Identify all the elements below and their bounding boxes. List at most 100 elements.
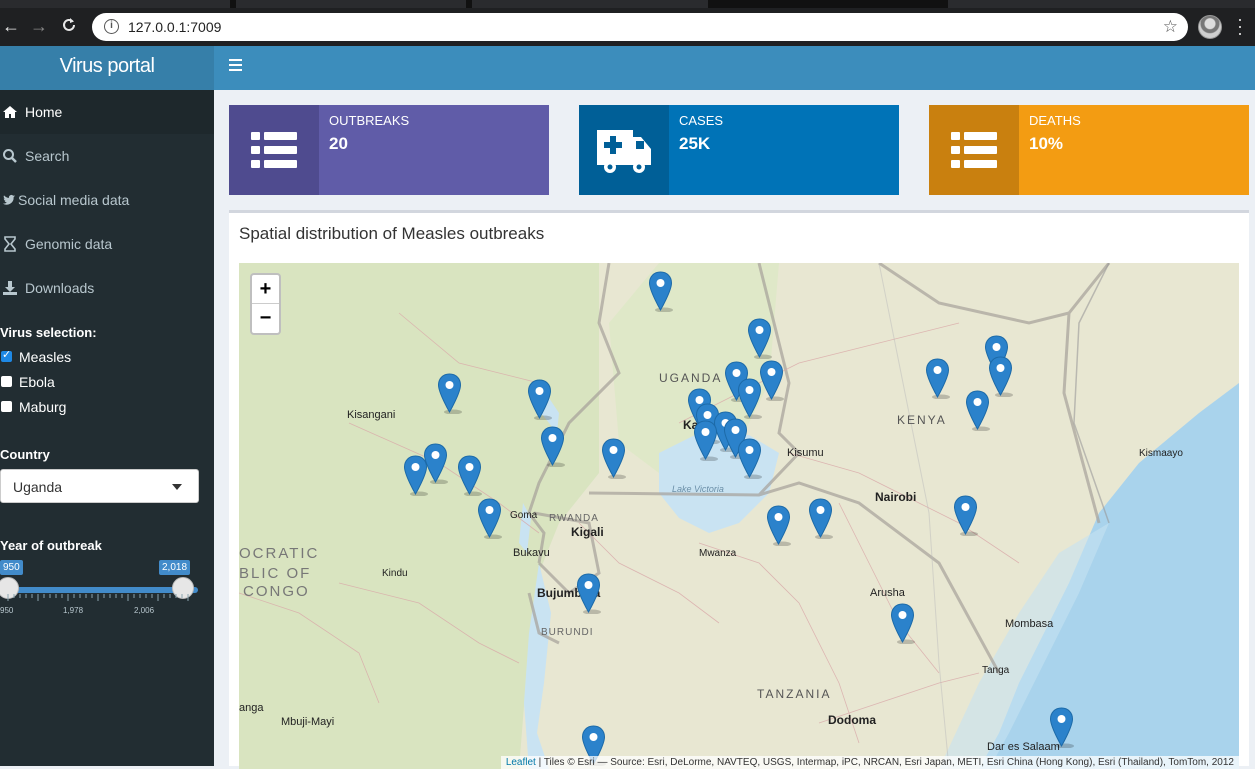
- map-label-drc-3: CONGO: [243, 583, 310, 600]
- hamburger-menu-icon[interactable]: [229, 59, 242, 71]
- map-label-kindu: Kindu: [382, 568, 408, 579]
- map-label-mwanza: Mwanza: [699, 548, 737, 559]
- map-marker-pin-icon[interactable]: [737, 378, 762, 420]
- sidebar-item-label: Downloads: [25, 280, 95, 296]
- browser-tab[interactable]: [0, 0, 230, 8]
- star-icon[interactable]: ☆: [1163, 17, 1178, 37]
- map-marker-pin-icon[interactable]: [576, 573, 601, 615]
- sidebar-item-search[interactable]: Search: [0, 134, 214, 178]
- slider-min-label: 950: [0, 560, 23, 575]
- map-marker-pin-icon[interactable]: [601, 438, 626, 480]
- value-box-value: 25K: [679, 134, 711, 153]
- map-marker-pin-icon[interactable]: [890, 603, 915, 645]
- map-marker-pin-icon[interactable]: [759, 360, 784, 402]
- value-box-title: OUTBREAKS: [329, 113, 410, 128]
- map-canvas[interactable]: UGANDA KENYA RWANDA BURUNDI TANZANIA OCR…: [239, 263, 1239, 769]
- year-heading: Year of outbreak: [0, 538, 102, 553]
- map-marker-pin-icon[interactable]: [648, 271, 673, 313]
- map-marker-pin-icon[interactable]: [925, 358, 950, 400]
- sidebar-item-home[interactable]: Home: [0, 90, 214, 134]
- info-icon[interactable]: i: [104, 19, 119, 34]
- zoom-control: + −: [250, 273, 281, 335]
- map-box: Spatial distribution of Measles outbreak…: [229, 210, 1249, 769]
- deaths-value-box: DEATHS 10%: [929, 105, 1249, 195]
- slider-tick-label: 1,978: [63, 606, 84, 615]
- map-attribution: Leaflet | Tiles © Esri — Source: Esri, D…: [500, 756, 1239, 769]
- value-box-title: DEATHS: [1029, 113, 1081, 128]
- browser-chrome: ← → i 127.0.0.1:7009 ☆ · · ·: [0, 0, 1255, 46]
- map-marker-pin-icon[interactable]: [766, 505, 791, 547]
- map-marker-pin-icon[interactable]: [737, 438, 762, 480]
- leaflet-link[interactable]: Leaflet: [506, 757, 536, 768]
- map-label-mbuji-mayi: Mbuji-Mayi: [281, 716, 335, 728]
- map-marker-pin-icon[interactable]: [403, 455, 428, 497]
- checkbox-unchecked-icon[interactable]: [1, 401, 12, 412]
- value-box-value: 20: [329, 134, 348, 153]
- year-slider-track[interactable]: [8, 587, 198, 593]
- map-marker-pin-icon[interactable]: [527, 379, 552, 421]
- map-marker-pin-icon[interactable]: [953, 495, 978, 537]
- profile-avatar[interactable]: [1198, 15, 1222, 39]
- caret-down-icon: [172, 484, 182, 490]
- browser-tab[interactable]: [948, 0, 1255, 8]
- browser-tab[interactable]: [236, 0, 466, 8]
- map-marker-pin-icon[interactable]: [693, 420, 718, 462]
- checkbox-label: Maburg: [19, 399, 67, 415]
- map-marker-pin-icon[interactable]: [477, 498, 502, 540]
- reload-icon[interactable]: [61, 17, 77, 36]
- map-marker-pin-icon[interactable]: [540, 426, 565, 468]
- map-marker-pin-icon[interactable]: [808, 498, 833, 540]
- map-marker-pin-icon[interactable]: [988, 356, 1013, 398]
- map-label-kisumu: Kisumu: [787, 447, 824, 459]
- country-select-value: Uganda: [13, 479, 63, 495]
- menu-dots-icon[interactable]: · · ·: [1237, 10, 1243, 42]
- cases-value-box: CASES 25K: [579, 105, 899, 195]
- back-icon[interactable]: ←: [2, 17, 20, 35]
- checkbox-label: Ebola: [19, 374, 55, 390]
- sidebar-item-social-media[interactable]: Social media data: [0, 178, 214, 222]
- zoom-out-button[interactable]: −: [252, 304, 279, 333]
- checkbox-label: Measles: [19, 349, 72, 365]
- list-icon: [229, 105, 319, 195]
- forward-icon[interactable]: →: [30, 17, 48, 35]
- map-marker-pin-icon[interactable]: [457, 455, 482, 497]
- attribution-text: | Tiles © Esri — Source: Esri, DeLorme, …: [535, 757, 1234, 768]
- sidebar-item-genomic-data[interactable]: Genomic data: [0, 222, 214, 266]
- app-logo[interactable]: Virus portal: [0, 46, 214, 90]
- sidebar-item-label: Search: [25, 148, 70, 164]
- address-bar[interactable]: i 127.0.0.1:7009 ☆: [92, 13, 1188, 41]
- value-box-title: CASES: [679, 113, 724, 128]
- country-select[interactable]: Uganda: [0, 469, 199, 503]
- url-text[interactable]: 127.0.0.1:7009: [128, 19, 221, 35]
- sidebar-item-label: Genomic data: [25, 236, 113, 252]
- map-marker-pin-icon[interactable]: [437, 373, 462, 415]
- checkbox-unchecked-icon[interactable]: [1, 376, 12, 387]
- hourglass-icon: [4, 236, 16, 252]
- map-label-tanga: Tanga: [982, 665, 1010, 676]
- map-label-drc-1: OCRATIC: [239, 545, 320, 562]
- map-label-bukavu: Bukavu: [513, 547, 550, 559]
- sidebar-item-label: Social media data: [18, 192, 130, 208]
- map-label-kenya: KENYA: [897, 413, 947, 427]
- map-label-burundi: BURUNDI: [541, 627, 594, 638]
- sidebar: Home Search Social media data Genomic da…: [0, 90, 214, 766]
- map-label-goma: Goma: [510, 510, 538, 521]
- basemap: [239, 263, 1239, 769]
- download-icon: [3, 281, 17, 295]
- map-marker-pin-icon[interactable]: [747, 318, 772, 360]
- list-icon: [929, 105, 1019, 195]
- map-label-lake-victoria: Lake Victoria: [672, 484, 724, 494]
- map-title: Spatial distribution of Measles outbreak…: [239, 224, 545, 243]
- browser-tab[interactable]: [472, 0, 708, 8]
- map-label-mombasa: Mombasa: [1005, 618, 1054, 630]
- slider-ticks: [7, 594, 189, 601]
- zoom-in-button[interactable]: +: [252, 275, 279, 304]
- map-marker-pin-icon[interactable]: [1049, 707, 1074, 749]
- map-label-uganda: UGANDA: [659, 371, 723, 385]
- map-label-nairobi: Nairobi: [875, 490, 917, 504]
- checkbox-checked-icon[interactable]: [1, 348, 12, 362]
- sidebar-item-downloads[interactable]: Downloads: [0, 266, 214, 310]
- map-marker-pin-icon[interactable]: [965, 390, 990, 432]
- map-label-anga: anga: [239, 702, 264, 714]
- virus-selection-heading: Virus selection:: [0, 325, 97, 340]
